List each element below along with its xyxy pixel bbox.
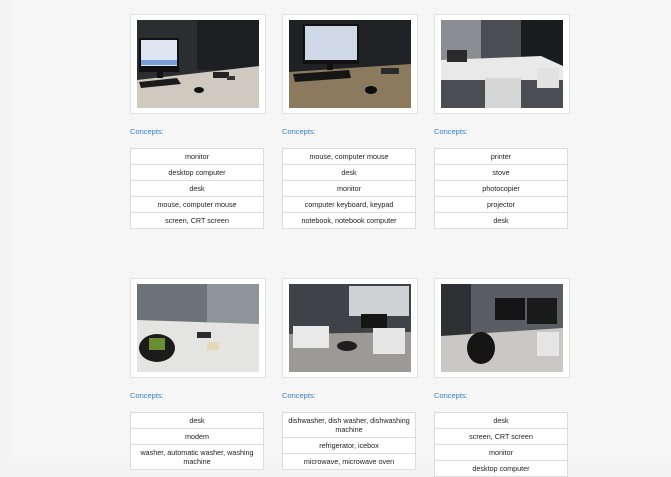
concept-item: photocopier bbox=[434, 181, 568, 197]
concept-item: notebook, notebook computer bbox=[282, 213, 416, 229]
office-cubicle-photo bbox=[137, 284, 259, 372]
concept-item: screen, CRT screen bbox=[130, 213, 264, 229]
results-page: Concepts: monitor desktop computer desk … bbox=[10, 0, 671, 477]
office-desk-photo bbox=[441, 20, 563, 108]
concept-item: desktop computer bbox=[130, 165, 264, 181]
concept-item: printer bbox=[434, 148, 568, 165]
concept-item: desk bbox=[282, 165, 416, 181]
photo-thumbnail[interactable] bbox=[434, 14, 570, 114]
concept-item: refrigerator, icebox bbox=[282, 438, 416, 454]
photo-thumbnail[interactable] bbox=[130, 278, 266, 378]
concept-list: desk screen, CRT screen monitor desktop … bbox=[434, 412, 568, 477]
photo-thumbnail[interactable] bbox=[282, 14, 418, 114]
concept-item: monitor bbox=[282, 181, 416, 197]
concept-list: monitor desktop computer desk mouse, com… bbox=[130, 148, 264, 229]
concept-item: desk bbox=[130, 181, 264, 197]
concept-item: stove bbox=[434, 165, 568, 181]
office-workstation-photo bbox=[441, 284, 563, 372]
concept-item: modem bbox=[130, 429, 264, 445]
result-card: Concepts: printer stove photocopier proj… bbox=[434, 14, 570, 229]
concept-item: mouse, computer mouse bbox=[130, 197, 264, 213]
office-desk-photo bbox=[289, 20, 411, 108]
office-room-photo bbox=[289, 284, 411, 372]
photo-thumbnail[interactable] bbox=[130, 14, 266, 114]
concept-list: dishwasher, dish washer, dishwashing mac… bbox=[282, 412, 416, 470]
concept-item: desk bbox=[434, 213, 568, 229]
photo-thumbnail[interactable] bbox=[434, 278, 570, 378]
concept-item: desktop computer bbox=[434, 461, 568, 477]
concept-list: printer stove photocopier projector desk bbox=[434, 148, 568, 229]
concepts-heading: Concepts: bbox=[130, 391, 164, 400]
concepts-heading: Concepts: bbox=[434, 391, 468, 400]
concept-item: mouse, computer mouse bbox=[282, 148, 416, 165]
result-card: Concepts: monitor desktop computer desk … bbox=[130, 14, 266, 229]
concept-item: projector bbox=[434, 197, 568, 213]
concept-item: microwave, microwave oven bbox=[282, 454, 416, 470]
office-desk-photo bbox=[137, 20, 259, 108]
result-card: Concepts: mouse, computer mouse desk mon… bbox=[282, 14, 418, 229]
concepts-heading: Concepts: bbox=[130, 127, 164, 136]
concept-item: desk bbox=[130, 412, 264, 429]
concept-list: mouse, computer mouse desk monitor compu… bbox=[282, 148, 416, 229]
concept-item: dishwasher, dish washer, dishwashing mac… bbox=[282, 412, 416, 438]
result-card: Concepts: dishwasher, dish washer, dishw… bbox=[282, 278, 418, 470]
concept-item: washer, automatic washer, washing machin… bbox=[130, 445, 264, 470]
concept-list: desk modem washer, automatic washer, was… bbox=[130, 412, 264, 470]
concept-item: screen, CRT screen bbox=[434, 429, 568, 445]
result-card: Concepts: desk modem washer, automatic w… bbox=[130, 278, 266, 470]
concepts-heading: Concepts: bbox=[434, 127, 468, 136]
result-card: Concepts: desk screen, CRT screen monito… bbox=[434, 278, 570, 477]
concepts-heading: Concepts: bbox=[282, 391, 316, 400]
concept-item: computer keyboard, keypad bbox=[282, 197, 416, 213]
concept-item: desk bbox=[434, 412, 568, 429]
concept-item: monitor bbox=[434, 445, 568, 461]
concepts-heading: Concepts: bbox=[282, 127, 316, 136]
photo-thumbnail[interactable] bbox=[282, 278, 418, 378]
concept-item: monitor bbox=[130, 148, 264, 165]
